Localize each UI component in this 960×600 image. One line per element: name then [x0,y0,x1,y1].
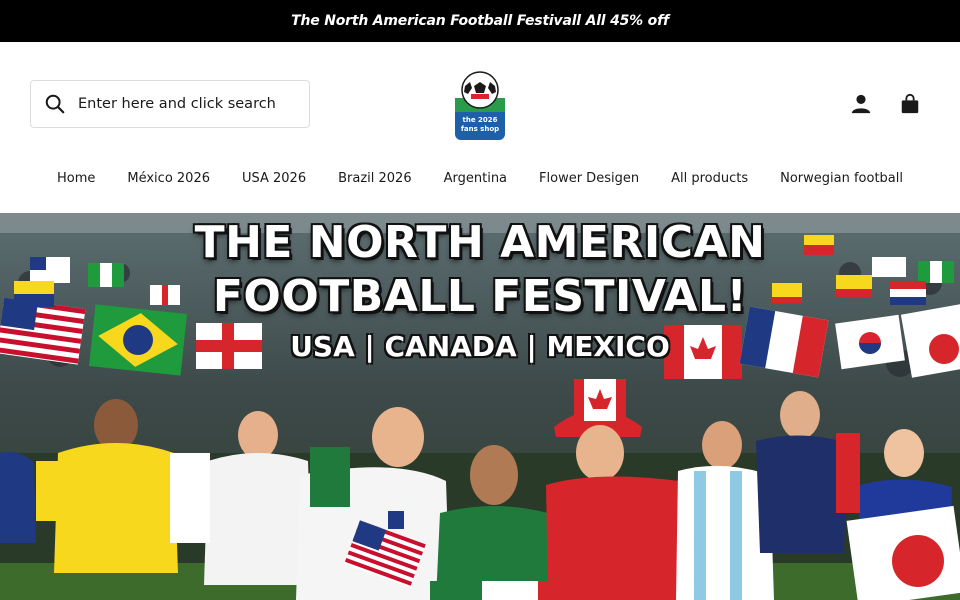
main-nav: Home México 2026 USA 2026 Brazil 2026 Ar… [0,171,960,193]
nav-all-products[interactable]: All products [671,171,748,193]
logo-line1: the 2026 [463,116,498,124]
search-box[interactable] [30,80,310,128]
site-logo[interactable]: the 2026 fans shop [453,68,507,142]
hero-subtitle: USA | CANADA | MEXICO [290,330,670,363]
search-icon[interactable] [44,93,66,115]
announcement-text: The North American Football Festivall Al… [291,13,669,29]
nav-norwegian-football[interactable]: Norwegian football [780,171,903,193]
shopping-bag-icon[interactable] [899,93,921,115]
user-icon[interactable] [850,93,872,115]
search-input[interactable] [78,96,298,112]
nav-mexico-2026[interactable]: México 2026 [127,171,210,193]
hero-title-line2: FOOTBALL FESTIVAL! [212,271,748,322]
nav-home[interactable]: Home [57,171,95,193]
nav-argentina[interactable]: Argentina [444,171,507,193]
nav-flower-design[interactable]: Flower Desigen [539,171,639,193]
site-header: the 2026 fans shop Home México 2026 USA … [0,42,960,213]
hero-title-line1: THE NORTH AMERICAN [194,217,766,268]
nav-usa-2026[interactable]: USA 2026 [242,171,306,193]
announcement-bar: The North American Football Festivall Al… [0,0,960,42]
hero-banner[interactable]: THE NORTH AMERICAN FOOTBALL FESTIVAL! US… [0,213,960,600]
logo-line2: fans shop [461,125,499,133]
nav-brazil-2026[interactable]: Brazil 2026 [338,171,412,193]
